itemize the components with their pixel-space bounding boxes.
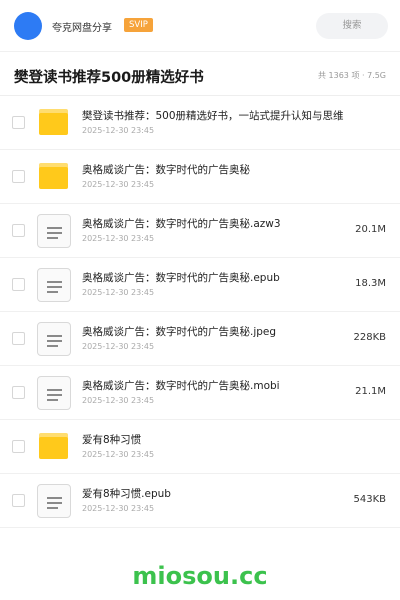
select-checkbox[interactable]	[12, 224, 25, 237]
file-size: 20.1M	[355, 224, 386, 235]
document-icon	[37, 268, 71, 302]
file-name: 爱有8种习惯.epub	[82, 488, 171, 500]
avatar[interactable]	[14, 12, 42, 40]
list-item[interactable]: 奥格威谈广告：数字时代的广告奥秘.mobi 2025-12-30 23:45 2…	[0, 366, 400, 420]
list-item[interactable]: 奥格威谈广告：数字时代的广告奥秘.jpeg 2025-12-30 23:45 2…	[0, 312, 400, 366]
file-size: 21.1M	[355, 386, 386, 397]
file-name: 奥格威谈广告：数字时代的广告奥秘.jpeg	[82, 326, 277, 338]
list-item[interactable]: 奥格威谈广告：数字时代的广告奥秘.epub 2025-12-30 23:45 1…	[0, 258, 400, 312]
top-bar: 夸克网盘分享 SVIP 搜索	[0, 0, 400, 52]
list-item[interactable]: 爱有8种习惯 2025-12-30 23:45	[0, 420, 400, 474]
page-title: 樊登读书推荐500册精选好书	[14, 70, 204, 86]
file-size: 18.3M	[355, 278, 386, 289]
select-checkbox[interactable]	[12, 440, 25, 453]
brand-name: 夸克网盘分享	[52, 23, 112, 34]
select-checkbox[interactable]	[12, 278, 25, 291]
file-name: 奥格威谈广告：数字时代的广告奥秘.azw3	[82, 218, 281, 230]
file-size: 543KB	[353, 494, 386, 505]
select-checkbox[interactable]	[12, 116, 25, 129]
file-list: 樊登读书推荐：500册精选好书，一站式提升认知与思维 2025-12-30 23…	[0, 96, 400, 528]
title-row: 樊登读书推荐500册精选好书 共 1363 项 · 7.5G	[0, 52, 400, 96]
file-date: 2025-12-30 23:45	[82, 504, 155, 513]
list-item[interactable]: 奥格威谈广告：数字时代的广告奥秘.azw3 2025-12-30 23:45 2…	[0, 204, 400, 258]
file-date: 2025-12-30 23:45	[82, 180, 155, 189]
file-date: 2025-12-30 23:45	[82, 396, 155, 405]
document-icon	[37, 214, 71, 248]
file-date: 2025-12-30 23:45	[82, 234, 155, 243]
file-date: 2025-12-30 23:45	[82, 450, 155, 459]
item-summary: 共 1363 项 · 7.5G	[318, 71, 386, 80]
file-date: 2025-12-30 23:45	[82, 126, 155, 135]
file-name: 樊登读书推荐：500册精选好书，一站式提升认知与思维	[82, 110, 344, 122]
select-checkbox[interactable]	[12, 386, 25, 399]
folder-icon	[37, 430, 71, 464]
folder-icon	[37, 106, 71, 140]
document-icon	[37, 322, 71, 356]
document-icon	[37, 484, 71, 518]
select-checkbox[interactable]	[12, 494, 25, 507]
watermark-logo: miosou.cc	[132, 562, 268, 590]
file-name: 奥格威谈广告：数字时代的广告奥秘.mobi	[82, 380, 280, 392]
file-name: 奥格威谈广告：数字时代的广告奥秘	[82, 164, 250, 176]
list-item[interactable]: 爱有8种习惯.epub 2025-12-30 23:45 543KB	[0, 474, 400, 528]
file-name: 爱有8种习惯	[82, 434, 142, 446]
file-date: 2025-12-30 23:45	[82, 288, 155, 297]
list-item[interactable]: 樊登读书推荐：500册精选好书，一站式提升认知与思维 2025-12-30 23…	[0, 96, 400, 150]
search-button[interactable]: 搜索	[316, 13, 388, 39]
document-icon	[37, 376, 71, 410]
svip-badge: SVIP	[124, 18, 153, 32]
select-checkbox[interactable]	[12, 170, 25, 183]
select-checkbox[interactable]	[12, 332, 25, 345]
folder-icon	[37, 160, 71, 194]
file-size: 228KB	[353, 332, 386, 343]
file-date: 2025-12-30 23:45	[82, 342, 155, 351]
list-item[interactable]: 奥格威谈广告：数字时代的广告奥秘 2025-12-30 23:45	[0, 150, 400, 204]
file-name: 奥格威谈广告：数字时代的广告奥秘.epub	[82, 272, 280, 284]
